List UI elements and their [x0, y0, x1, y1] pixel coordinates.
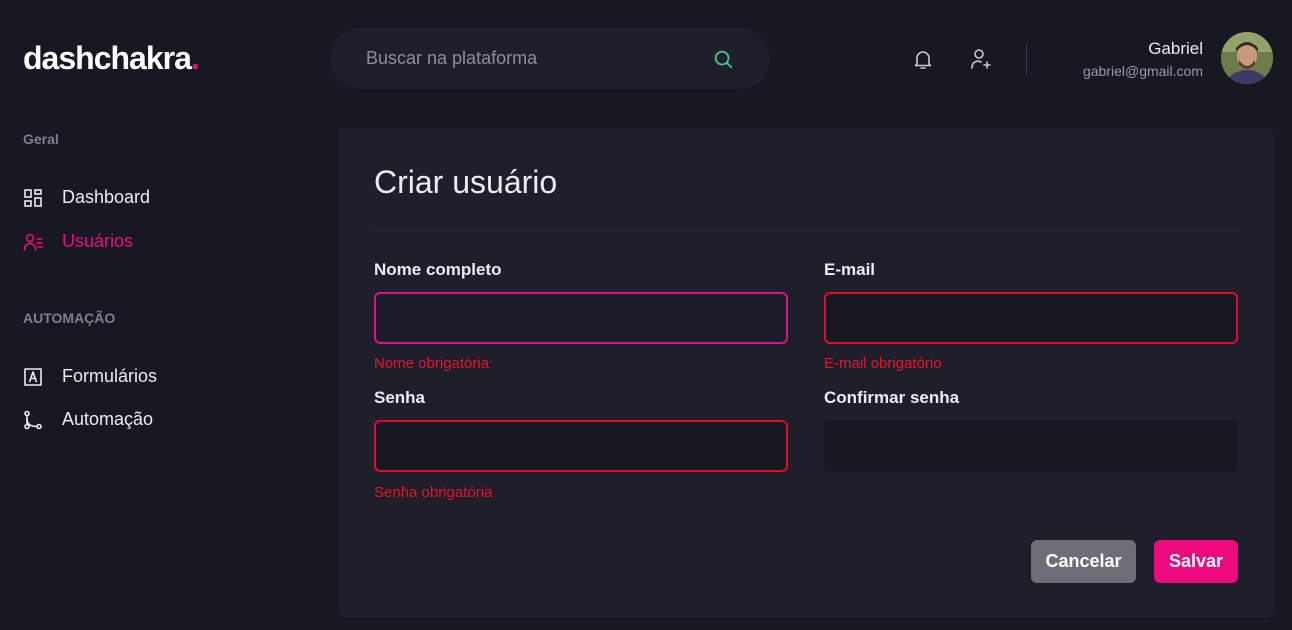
create-user-card: Criar usuário Nome completo Nome obrigat…	[338, 128, 1274, 618]
users-icon	[23, 233, 43, 251]
sidebar-item-usuarios[interactable]: Usuários	[23, 231, 133, 252]
logo-text: dashchakra	[23, 40, 192, 76]
bell-icon[interactable]	[911, 47, 935, 71]
git-branch-icon	[24, 410, 42, 429]
sidebar-section-automacao: AUTOMAÇÃO	[23, 310, 116, 326]
sidebar-item-label: Formulários	[62, 366, 158, 386]
password-label: Senha	[374, 388, 426, 407]
sidebar-item-label: Automação	[62, 409, 154, 429]
header-divider	[1026, 43, 1027, 75]
user-email: gabriel@gmail.com	[1082, 63, 1203, 79]
user-add-icon[interactable]	[969, 47, 993, 71]
logo-dot: .	[190, 40, 200, 76]
password-field[interactable]	[374, 420, 788, 472]
name-field[interactable]	[374, 292, 788, 344]
email-error: E-mail obrigatório	[824, 355, 942, 372]
name-label: Nome completo	[374, 260, 502, 279]
sidebar-item-label: Usuários	[62, 231, 134, 251]
sidebar-item-label: Dashboard	[62, 187, 151, 207]
title-divider	[374, 230, 1238, 231]
email-label: E-mail	[824, 260, 876, 279]
save-button[interactable]: Salvar	[1154, 540, 1238, 583]
search-bar[interactable]: Buscar na plataforma	[330, 28, 770, 89]
confirm-password-label: Confirmar senha	[824, 388, 960, 407]
email-field[interactable]	[824, 292, 1238, 344]
sidebar-item-automacao[interactable]: Automação	[23, 409, 153, 430]
form-icon	[24, 367, 42, 386]
name-error: Nome obrigatória	[374, 355, 490, 372]
app-logo[interactable]: dashchakra.	[23, 40, 200, 77]
confirm-password-field[interactable]	[824, 420, 1238, 472]
avatar[interactable]	[1221, 32, 1273, 84]
dashboard-icon	[24, 188, 42, 207]
sidebar-section-geral: Geral	[23, 131, 59, 147]
sidebar-item-dashboard[interactable]: Dashboard	[23, 187, 150, 208]
cancel-button[interactable]: Cancelar	[1031, 540, 1136, 583]
page-title: Criar usuário	[374, 164, 558, 200]
search-input[interactable]: Buscar na plataforma	[366, 48, 712, 69]
password-error: Senha obrigatória	[374, 484, 493, 501]
search-icon[interactable]	[712, 48, 734, 70]
user-name: Gabriel	[1148, 39, 1203, 58]
sidebar-item-formularios[interactable]: Formulários	[23, 366, 157, 387]
